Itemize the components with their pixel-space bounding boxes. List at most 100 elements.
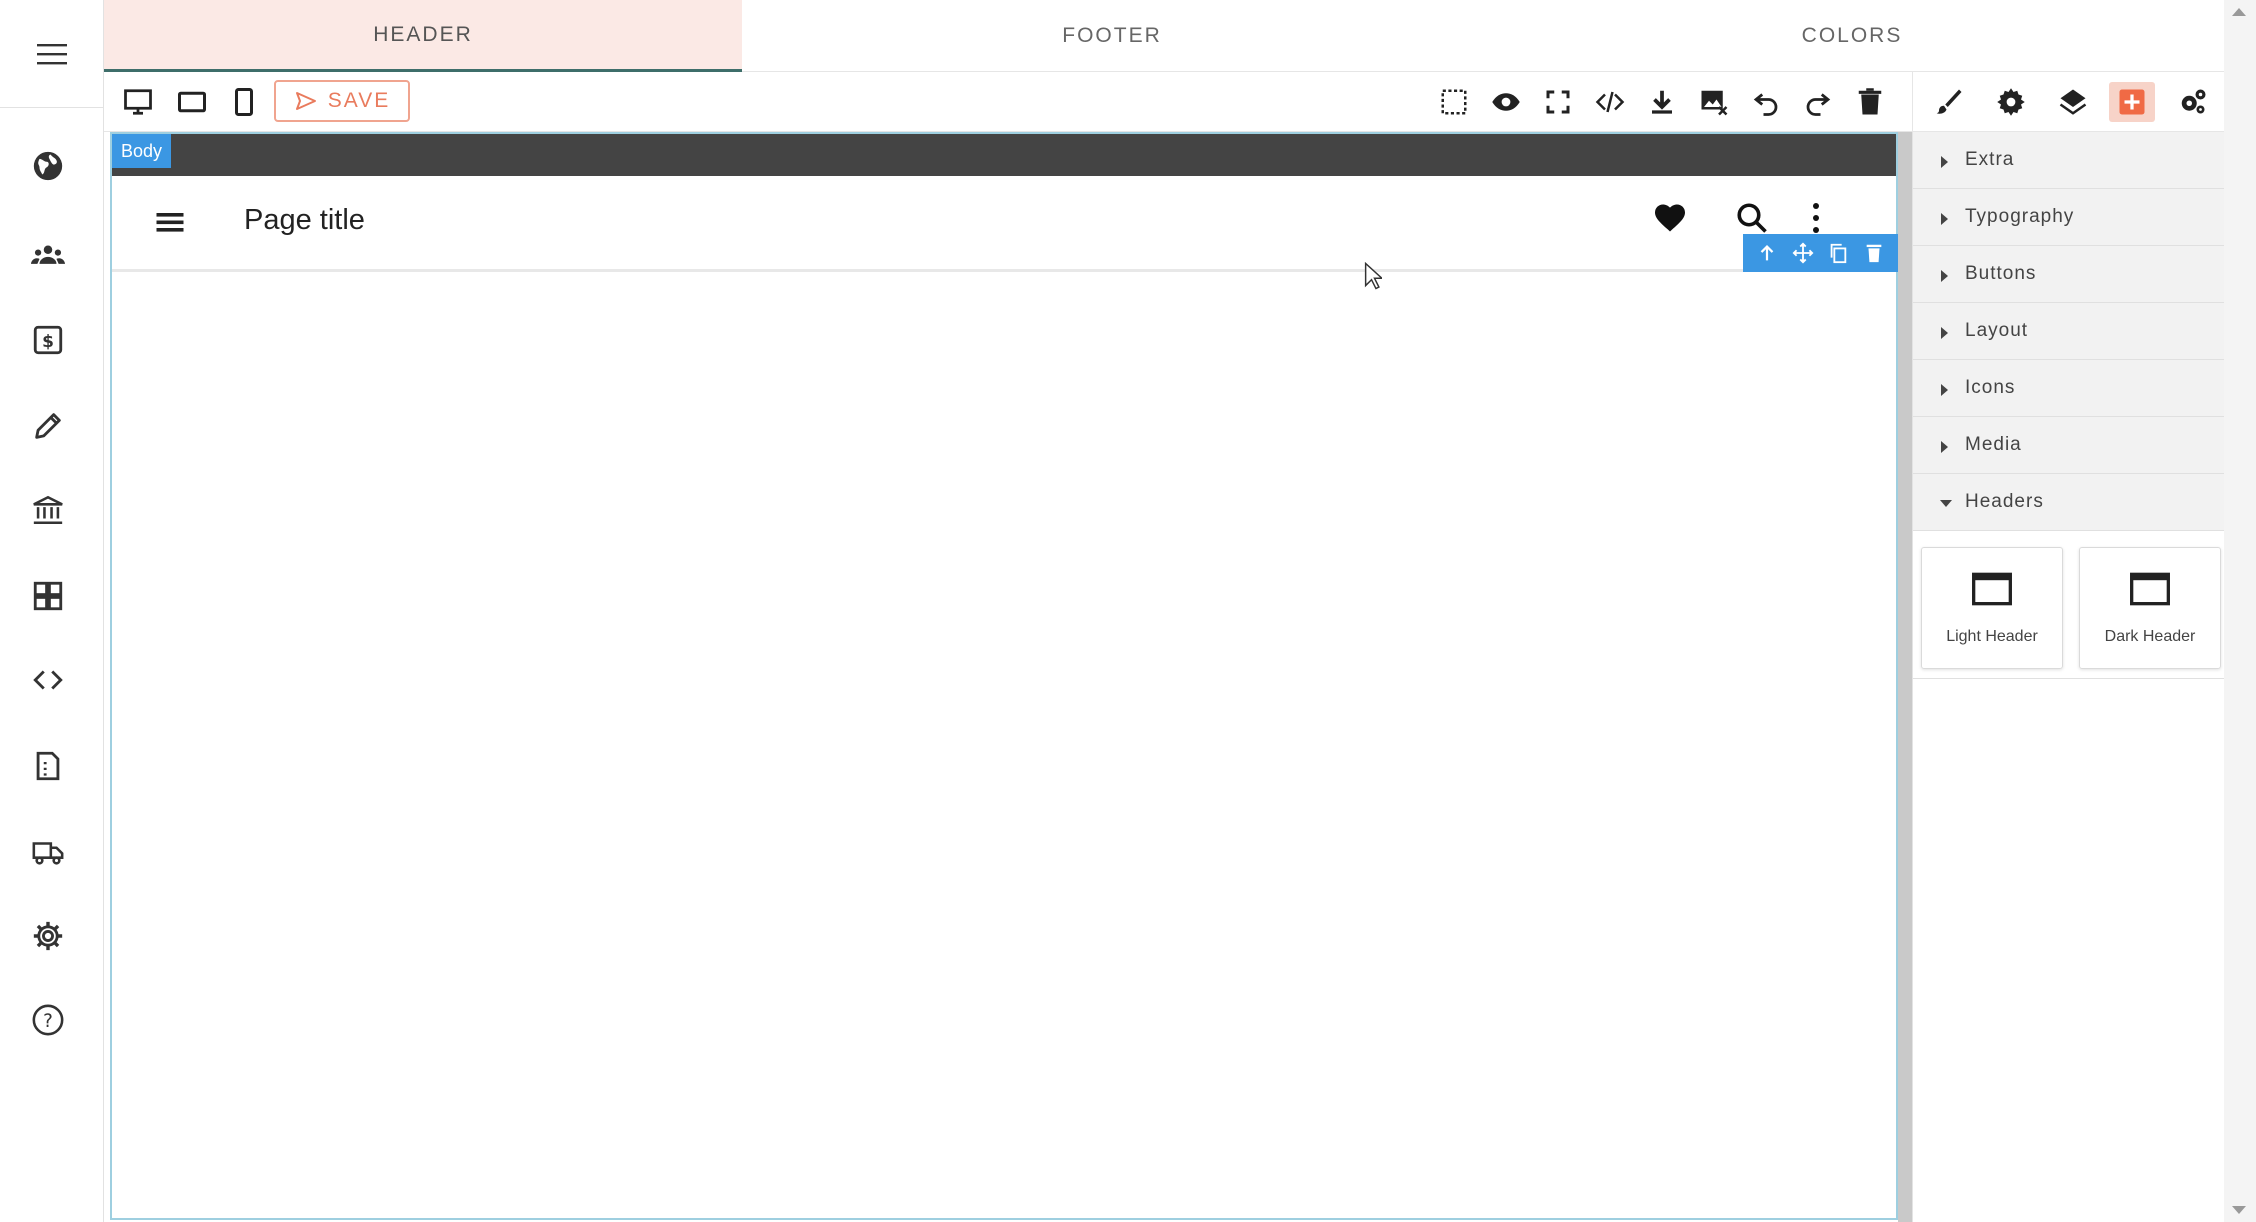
- style-manager-button[interactable]: [1929, 82, 1969, 122]
- download-button[interactable]: [1642, 82, 1682, 122]
- tab-colors[interactable]: COLORS: [1482, 0, 2222, 72]
- nav-billing[interactable]: $: [26, 318, 70, 362]
- editor-canvas[interactable]: Body Page title: [110, 132, 1898, 1220]
- mobile-view-button[interactable]: [224, 82, 264, 122]
- body-bar: [112, 134, 1896, 176]
- favorite-button[interactable]: [1652, 200, 1692, 240]
- bank-icon: [33, 495, 63, 525]
- nav-edit[interactable]: [26, 404, 70, 448]
- caret-right-icon: [1941, 327, 1948, 339]
- page-scrollbar[interactable]: [2224, 0, 2256, 1222]
- undo-button[interactable]: [1746, 82, 1786, 122]
- caret-right-icon: [1941, 156, 1948, 168]
- nav-dashboard[interactable]: [26, 574, 70, 618]
- clone-button[interactable]: [1825, 240, 1851, 266]
- desktop-view-button[interactable]: [118, 82, 158, 122]
- advanced-settings-button[interactable]: [2173, 82, 2213, 122]
- caret-right-icon: [1941, 384, 1948, 396]
- search-icon: [1737, 203, 1767, 233]
- move-button[interactable]: [1790, 240, 1816, 266]
- dashboard-icon: [33, 581, 63, 611]
- window-icon: [2130, 572, 2170, 606]
- scroll-up-arrow-icon[interactable]: [2232, 8, 2246, 16]
- category-typography[interactable]: Typography: [1913, 189, 2224, 246]
- panel-divider[interactable]: [1898, 132, 1912, 1222]
- users-icon: [31, 245, 65, 264]
- category-media[interactable]: Media: [1913, 417, 2224, 474]
- layer-manager-button[interactable]: [2053, 82, 2093, 122]
- top-tabs: HEADER FOOTER COLORS: [104, 0, 2224, 72]
- tablet-icon: [178, 91, 206, 113]
- preview-button[interactable]: [1486, 82, 1526, 122]
- save-button[interactable]: SAVE: [274, 80, 410, 122]
- page-header-component[interactable]: Page title: [112, 176, 1896, 272]
- category-layout[interactable]: Layout: [1913, 303, 2224, 360]
- fullscreen-icon: [1546, 90, 1570, 114]
- redo-button[interactable]: [1798, 82, 1838, 122]
- nav-users[interactable]: [26, 232, 70, 276]
- fullscreen-button[interactable]: [1538, 82, 1578, 122]
- caret-right-icon: [1941, 270, 1948, 282]
- trait-settings-button[interactable]: [1991, 82, 2031, 122]
- window-icon: [1972, 572, 2012, 606]
- delete-component-button[interactable]: [1861, 240, 1887, 266]
- nav-help[interactable]: ?: [26, 998, 70, 1042]
- download-icon: [1652, 90, 1672, 114]
- svg-text:?: ?: [43, 1011, 53, 1032]
- nav-bank[interactable]: [26, 488, 70, 532]
- category-label: Layout: [1965, 320, 2029, 341]
- blocks-button[interactable]: [2109, 82, 2155, 122]
- tab-footer[interactable]: FOOTER: [742, 0, 1482, 72]
- nav-shipping[interactable]: [26, 830, 70, 874]
- dashed-square-icon: [1441, 89, 1467, 115]
- copy-icon: [1831, 243, 1847, 264]
- hamburger-icon: [156, 213, 184, 232]
- category-headers[interactable]: Headers: [1913, 474, 2224, 531]
- body-badge[interactable]: Body: [112, 134, 172, 168]
- category-buttons[interactable]: Buttons: [1913, 246, 2224, 303]
- nav-settings[interactable]: [26, 914, 70, 958]
- block-light-header[interactable]: Light Header: [1921, 547, 2063, 669]
- hamburger-icon: [37, 43, 67, 64]
- remove-image-button[interactable]: [1694, 82, 1734, 122]
- add-block-icon: [2119, 89, 2145, 115]
- view-code-button[interactable]: [1590, 82, 1630, 122]
- left-nav: $ ?: [0, 0, 104, 1222]
- caret-right-icon: [1941, 213, 1948, 225]
- block-label: Light Header: [1946, 628, 2038, 645]
- category-extra[interactable]: Extra: [1913, 132, 2224, 189]
- editor-toolbar: SAVE: [104, 72, 1912, 132]
- heart-icon: [1655, 204, 1685, 232]
- mouse-cursor-icon: [1364, 262, 1382, 290]
- block-dark-header[interactable]: Dark Header: [2079, 547, 2221, 669]
- gear-icon: [33, 921, 63, 951]
- component-toolbar: [1743, 234, 1898, 272]
- nav-code[interactable]: [26, 658, 70, 702]
- panel-toolbar: [1912, 72, 2224, 132]
- document-icon: [36, 751, 60, 781]
- send-icon: [295, 92, 316, 110]
- header-menu-button[interactable]: [152, 204, 188, 240]
- redo-icon: [1806, 93, 1831, 116]
- page-title: Page title: [244, 204, 365, 236]
- nav-globe[interactable]: [26, 144, 70, 188]
- code-icon: [1595, 91, 1625, 113]
- svg-text:$: $: [42, 332, 54, 352]
- caret-down-icon: [1940, 500, 1952, 507]
- nav-document[interactable]: [26, 744, 70, 788]
- category-icons[interactable]: Icons: [1913, 360, 2224, 417]
- code-icon: [33, 670, 63, 690]
- gear-icon: [1997, 88, 2025, 116]
- undo-icon: [1753, 93, 1778, 116]
- main-menu-button[interactable]: [0, 0, 104, 108]
- pencil-icon: [35, 413, 61, 439]
- tab-header[interactable]: HEADER: [104, 0, 742, 72]
- select-outline-button[interactable]: [1434, 82, 1474, 122]
- tablet-view-button[interactable]: [172, 82, 212, 122]
- scroll-down-arrow-icon[interactable]: [2232, 1206, 2246, 1214]
- clear-canvas-button[interactable]: [1850, 82, 1890, 122]
- eye-icon: [1492, 93, 1520, 111]
- trash-icon: [1858, 88, 1882, 115]
- select-parent-button[interactable]: [1754, 240, 1780, 266]
- globe-icon: [33, 151, 63, 181]
